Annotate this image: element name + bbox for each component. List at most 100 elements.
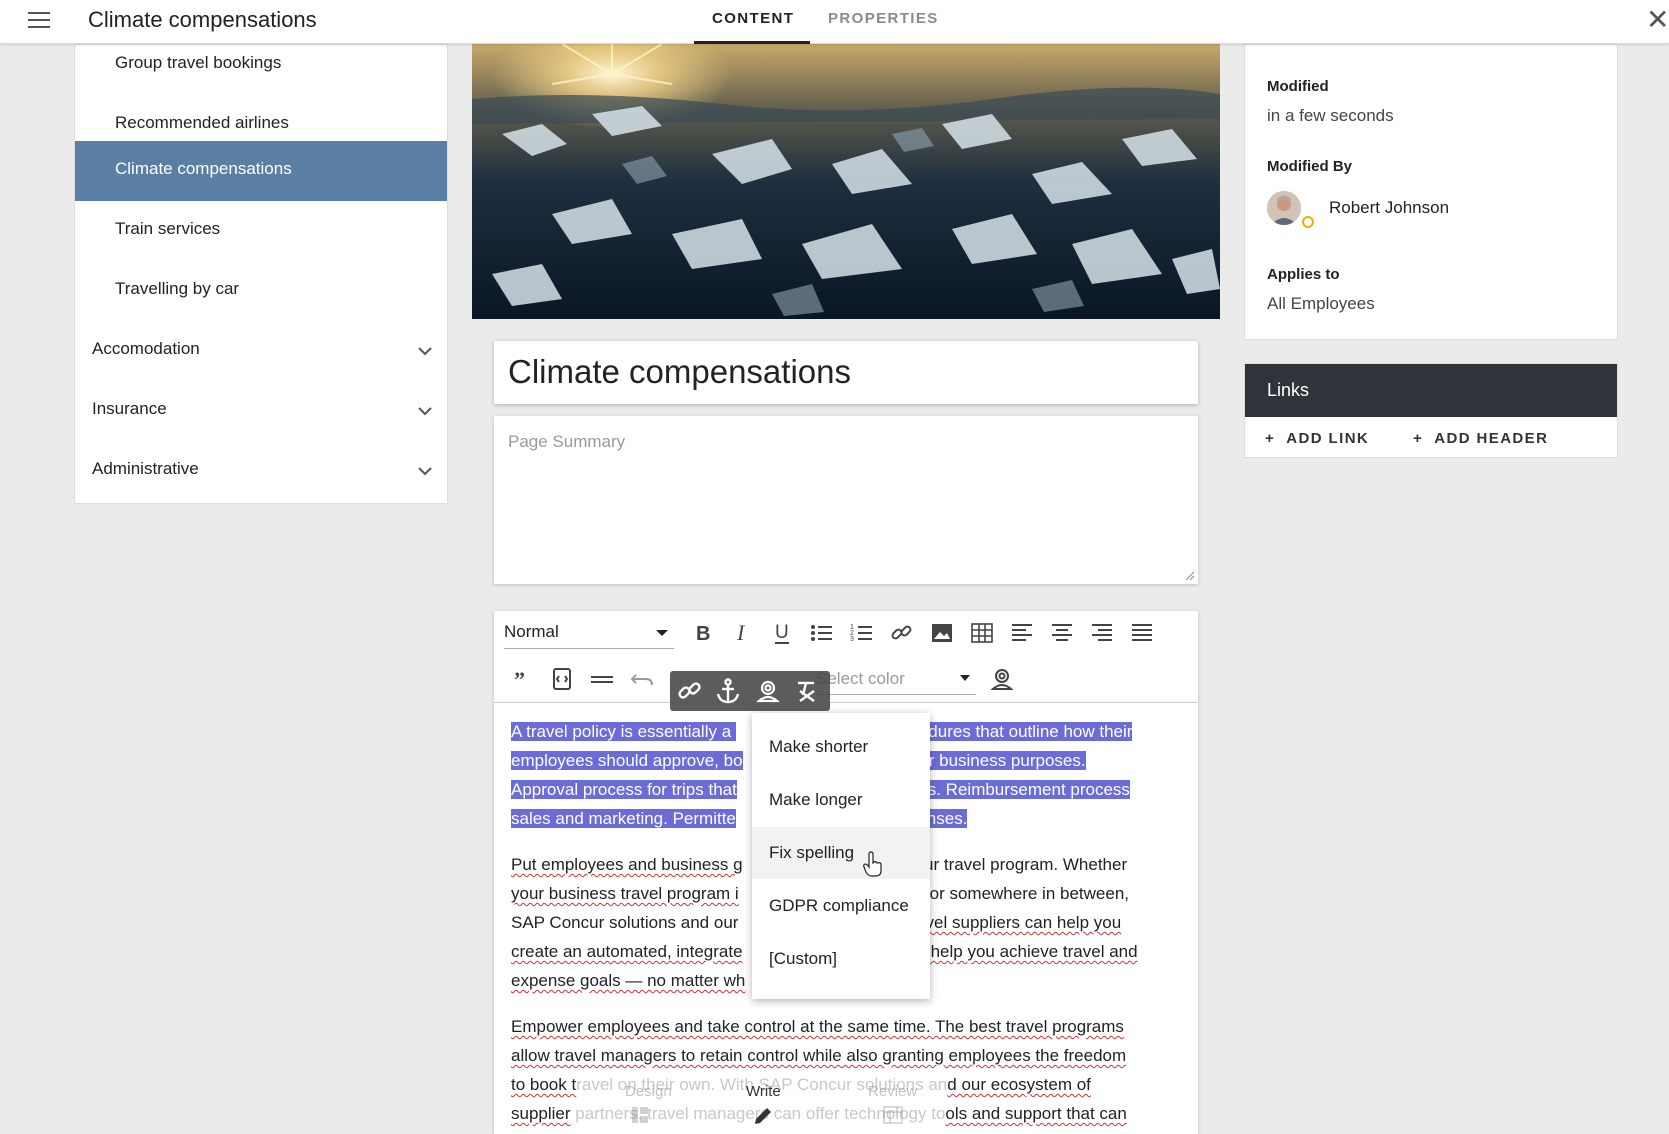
chevron-down-icon [418,347,432,356]
menu-item-label: GDPR compliance [769,896,909,915]
add-header-label: ADD HEADER [1434,430,1549,447]
svg-text:U: U [775,622,789,643]
paragraph-text: ols and support that can [945,1104,1127,1123]
mode-switcher: Design Write Review [560,1079,960,1134]
close-icon[interactable]: ✕ [1646,6,1669,34]
paragraph-text: ill help you achieve travel and [914,942,1138,961]
chevron-down-icon [418,407,432,416]
code-block-icon[interactable] [548,665,576,693]
paragraph-text: your business travel program i [511,884,739,903]
image-icon[interactable] [928,619,956,647]
sidebar-item-group-travel-bookings[interactable]: Group travel bookings [75,35,447,95]
menu-item-make-longer[interactable]: Make longer [752,774,930,826]
page-title-text: Climate compensations [508,353,851,390]
ai-assistant-icon[interactable] [754,677,782,705]
numbered-list-icon[interactable]: 123 [848,619,876,647]
paragraph-style-select[interactable]: Normal [504,619,674,649]
sidebar-item-train-services[interactable]: Train services [75,201,447,261]
paragraph-text: create an automated, integrate [511,942,743,961]
horizontal-rule-icon[interactable] [588,665,616,693]
add-link-button[interactable]: + ADD LINK [1265,430,1369,447]
italic-icon[interactable]: I [728,619,756,647]
paragraph-text: allow travel managers to retain control … [511,1046,1127,1065]
menu-item-custom[interactable]: [Custom] [752,933,930,985]
mode-review[interactable]: Review [868,1083,917,1100]
align-left-icon[interactable] [1008,619,1036,647]
paragraph-text: expense goals — no matter wh [511,971,746,990]
active-tab-indicator [694,41,810,44]
modified-by-value[interactable]: Robert Johnson [1329,198,1449,218]
selected-text: sales and marketing. Permitte [511,809,736,828]
bullet-list-icon[interactable] [808,619,836,647]
properties-panel: Modified in a few seconds Modified By Ro… [1244,44,1618,340]
applies-to-value: All Employees [1267,294,1375,313]
tab-content[interactable]: CONTENT [712,10,794,27]
bold-icon[interactable]: B [688,619,716,647]
paragraph-text: d, or somewhere in between, [910,884,1130,903]
sidebar-item-label: Recommended airlines [115,113,289,132]
modified-by-label: Modified By [1267,158,1352,175]
selected-text: Approval process for trips that [511,780,737,799]
color-select[interactable]: Select color [816,665,976,695]
hand-cursor-icon [863,851,882,877]
selected-text: for business purposes. [914,751,1086,770]
sidebar-item-climate-compensations[interactable]: Climate compensations [75,141,447,201]
underline-icon[interactable]: U [768,619,796,647]
pencil-icon[interactable] [752,1105,774,1127]
blockquote-icon[interactable]: ” [508,665,536,693]
sidebar-nav: Group travel bookings Recommended airlin… [74,44,448,504]
table-icon[interactable] [968,619,996,647]
hamburger-menu-icon[interactable] [28,12,50,30]
sidebar-item-travelling-by-car[interactable]: Travelling by car [75,261,447,321]
menu-item-label: Make shorter [769,737,869,756]
align-center-icon[interactable] [1048,619,1076,647]
resize-grip-icon[interactable] [1185,571,1195,581]
anchor-icon[interactable] [714,677,742,705]
menu-item-make-shorter[interactable]: Make shorter [752,721,930,773]
top-bar: Climate compensations CONTENT PROPERTIES… [0,0,1669,44]
sidebar-item-administrative[interactable]: Administrative [75,441,447,501]
menu-item-fix-spelling[interactable]: Fix spelling [752,827,930,879]
clear-format-icon[interactable] [792,677,820,705]
link-icon[interactable] [676,677,704,705]
plus-icon: + [1413,430,1435,447]
sidebar-item-accomodation[interactable]: Accomodation [75,321,447,381]
svg-text:B: B [696,623,710,645]
selected-text: A travel policy is essentially a [511,722,736,741]
link-icon[interactable] [888,619,916,647]
selected-text: ocedures that outline how their [900,722,1133,741]
design-icon[interactable] [630,1105,650,1125]
sidebar-item-insurance[interactable]: Insurance [75,381,447,441]
page-title-input[interactable]: Climate compensations [494,341,1198,404]
add-header-button[interactable]: + ADD HEADER [1413,430,1548,447]
paragraph-text: Empower employees and take control at th… [511,1017,1124,1036]
sidebar-item-label: Accomodation [92,339,200,358]
svg-text:I: I [736,620,746,645]
review-icon[interactable] [882,1105,904,1125]
align-justify-icon[interactable] [1128,619,1156,647]
status-badge [1302,216,1314,228]
sidebar-item-label: Insurance [92,399,167,418]
chevron-down-icon [418,467,432,476]
undo-icon[interactable] [628,665,656,693]
applies-to-label: Applies to [1267,266,1340,283]
modified-label: Modified [1267,78,1329,95]
links-panel: Links + ADD LINK + ADD HEADER [1244,363,1618,458]
paragraph-text: Put employees and business g [511,855,743,874]
mode-write[interactable]: Write [746,1083,781,1100]
paragraph-style-value: Normal [504,622,559,641]
paragraph-text: d our ecosystem of [947,1075,1091,1094]
menu-item-label: Fix spelling [769,843,855,862]
page-summary-textarea[interactable]: Page Summary [494,416,1198,584]
paragraph-text: ravel suppliers can help you [910,913,1122,932]
menu-item-gdpr-compliance[interactable]: GDPR compliance [752,880,930,932]
ai-assistant-icon[interactable] [988,665,1016,693]
dropdown-arrow-icon [960,675,970,681]
mode-design[interactable]: Design [625,1083,672,1100]
tab-properties[interactable]: PROPERTIES [828,10,939,27]
links-title: Links [1267,380,1310,400]
align-right-icon[interactable] [1088,619,1116,647]
sidebar-item-label: Travelling by car [115,279,240,298]
sidebar-item-label: Administrative [92,459,199,478]
paragraph-text: our travel program. Whether [914,855,1128,874]
